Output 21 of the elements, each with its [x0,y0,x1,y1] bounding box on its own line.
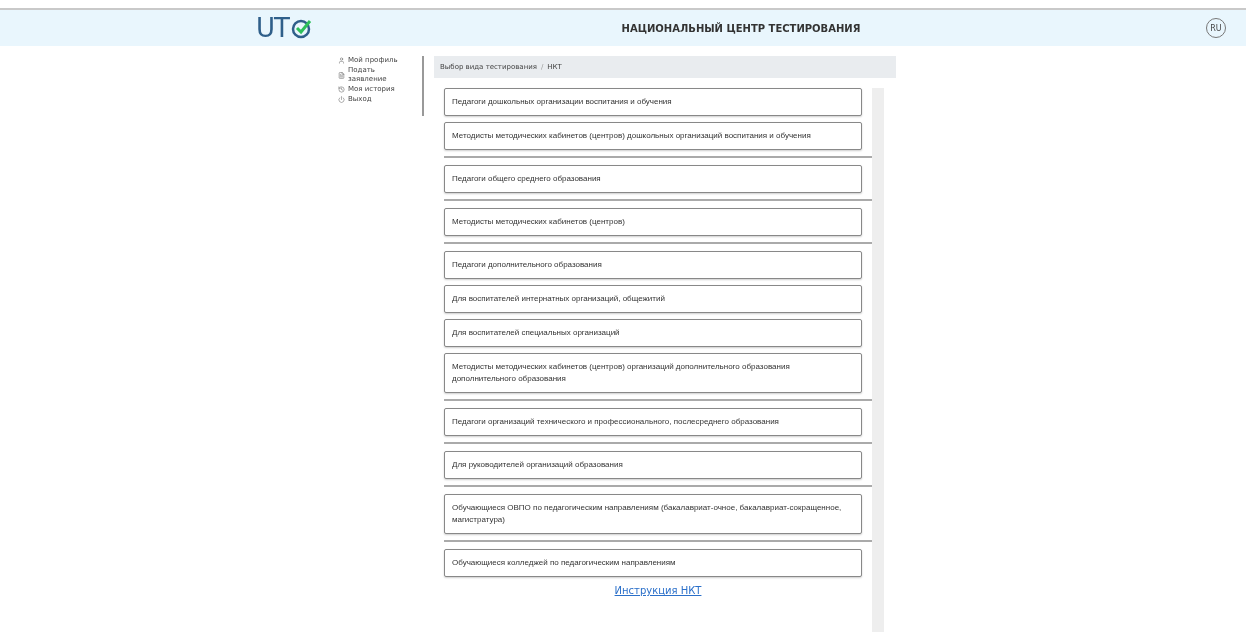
scrollbar[interactable] [872,88,884,632]
instruction-link[interactable]: Инструкция НКТ [614,585,702,596]
test-type-option[interactable]: Обучающиеся колледжей по педагогическим направлениям [444,549,862,577]
test-type-option[interactable]: Для руководителей организаций образования [444,451,862,479]
test-type-option[interactable]: Методисты методических кабинетов (центров) [444,208,862,236]
check-circle-icon [289,17,312,39]
power-icon [338,96,345,104]
history-icon [338,86,345,94]
test-type-option[interactable]: Методисты методических кабинетов (центров) дошкольных организаций воспитания и обучения [444,122,862,150]
user-icon [338,57,345,65]
test-type-option[interactable]: Обучающиеся ОВПО по педагогическим направлениям (бакалавриат-очное, бакалавриат-сокращенное, магистратура) [444,494,862,534]
test-type-option[interactable]: Педагоги дополнительного образования [444,251,862,279]
test-type-option[interactable]: Педагоги общего среднего образования [444,165,862,193]
test-type-option[interactable]: Для воспитателей специальных организаций [444,319,862,347]
test-type-option[interactable]: Методисты методических кабинетов (центров) организаций дополнительного образования дополнительного образования [444,353,862,393]
test-type-option[interactable]: Для воспитателей интернатных организаций, общежитий [444,285,862,313]
logo-text: UT [256,15,289,41]
test-type-option[interactable]: Педагоги дошкольных организации воспитания и обучения [444,88,862,116]
test-type-option[interactable]: Педагоги организаций технического и профессионального, послесреднего образования [444,408,862,436]
site-title: НАЦИОНАЛЬНЫЙ ЦЕНТР ТЕСТИРОВАНИЯ [621,22,861,34]
document-icon [338,71,345,79]
